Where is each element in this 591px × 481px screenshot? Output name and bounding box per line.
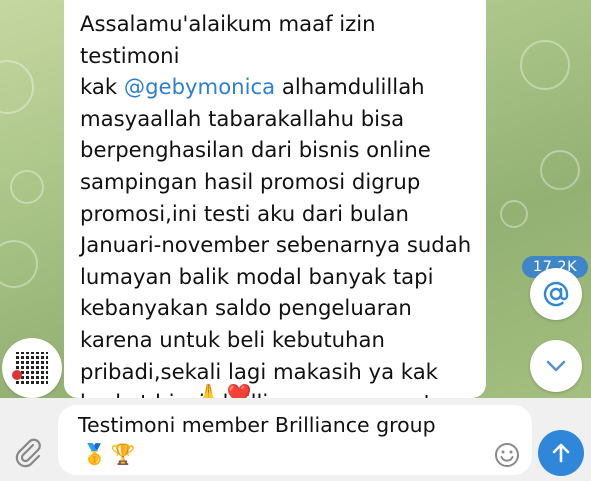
arrow-up-icon <box>552 443 570 463</box>
emoji-button[interactable] <box>492 440 522 474</box>
mention-button[interactable] <box>530 268 582 320</box>
message-input-emojis: 🥇🏆 <box>82 442 140 466</box>
background-doodle <box>540 150 580 190</box>
background-doodle <box>10 170 44 204</box>
attach-button[interactable] <box>12 436 44 472</box>
paperclip-icon <box>15 438 41 468</box>
smile-icon <box>495 443 519 467</box>
avatar-badge-dot <box>12 370 22 380</box>
user-mention-link[interactable]: @gebymonica <box>124 74 275 99</box>
background-doodle <box>500 200 528 228</box>
message-input-text: Testimoni member Brilliance group <box>78 413 436 437</box>
send-button[interactable] <box>538 430 584 476</box>
background-doodle <box>0 60 34 114</box>
message-text-rest: alhamdulillah masyaallah tabarakallahu b… <box>80 74 472 415</box>
qr-code-image <box>16 352 48 384</box>
background-doodle <box>520 40 570 90</box>
background-doodle <box>0 240 38 288</box>
scroll-down-button[interactable] <box>530 340 582 392</box>
chevron-down-icon <box>546 360 566 372</box>
channel-avatar[interactable] <box>2 338 62 398</box>
at-sign-icon <box>543 281 569 307</box>
message-text: Assalamu'alaikum maaf izin testimoni kak… <box>80 8 480 419</box>
